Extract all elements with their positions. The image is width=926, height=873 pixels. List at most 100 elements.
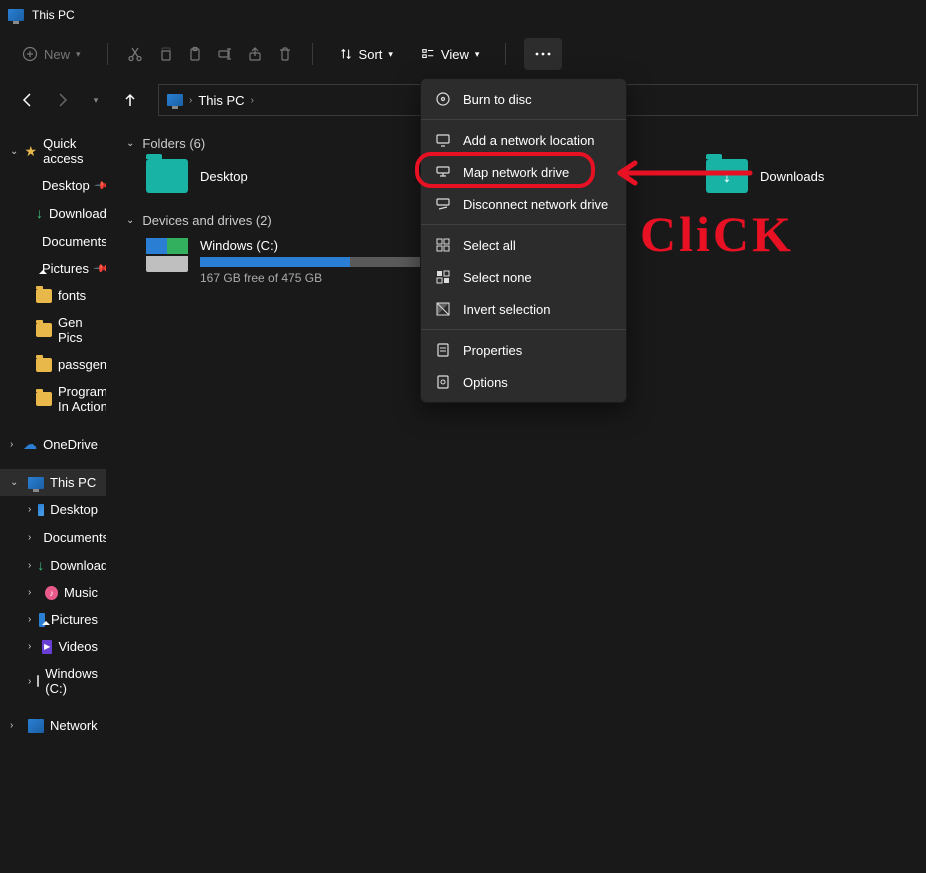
chevron-right-icon: › bbox=[251, 95, 254, 106]
desktop-icon bbox=[38, 504, 44, 516]
sidebar-pc-windows-c[interactable]: ›Windows (C:) bbox=[0, 660, 106, 702]
select-all-icon bbox=[435, 237, 451, 253]
star-icon: ★ bbox=[25, 143, 38, 160]
sidebar-quick-access[interactable]: ⌄ ★ Quick access bbox=[0, 130, 106, 172]
folder-desktop[interactable]: Desktop bbox=[146, 159, 346, 193]
sidebar-item-downloads[interactable]: ↓Downloads📌 bbox=[0, 199, 106, 227]
folder-icon bbox=[36, 358, 52, 372]
pc-icon bbox=[28, 477, 44, 489]
sidebar-network[interactable]: ›Network bbox=[0, 712, 106, 739]
network-icon bbox=[28, 719, 44, 733]
chevron-right-icon: › bbox=[28, 676, 31, 687]
context-menu: Burn to disc Add a network location Map … bbox=[420, 78, 627, 403]
properties-icon bbox=[435, 342, 451, 358]
cut-button[interactable] bbox=[126, 45, 144, 63]
chevron-down-icon: ▾ bbox=[475, 49, 480, 60]
sort-icon bbox=[339, 47, 353, 61]
folder-downloads[interactable]: ↓ Downloads bbox=[706, 159, 906, 193]
sidebar-pc-desktop[interactable]: ›Desktop bbox=[0, 496, 106, 523]
chevron-down-icon: ▾ bbox=[76, 49, 81, 60]
drive-icon bbox=[146, 238, 188, 272]
sidebar-pc-music[interactable]: ›♪Music bbox=[0, 579, 106, 606]
chevron-right-icon: › bbox=[28, 532, 31, 543]
plus-circle-icon bbox=[22, 46, 38, 62]
recent-button[interactable]: ▾ bbox=[82, 86, 110, 114]
address-location: This PC bbox=[198, 93, 244, 108]
sidebar-this-pc[interactable]: ⌄This PC bbox=[0, 469, 106, 496]
monitor-icon bbox=[435, 132, 451, 148]
chevron-down-icon: ▾ bbox=[388, 49, 393, 60]
select-none-icon bbox=[435, 269, 451, 285]
folder-icon bbox=[36, 289, 52, 303]
ctx-select-all[interactable]: Select all bbox=[421, 229, 626, 261]
sidebar-item-passgen[interactable]: passgen bbox=[0, 351, 106, 378]
sidebar-pc-pictures[interactable]: ›Pictures bbox=[0, 606, 106, 633]
sidebar-pc-documents[interactable]: ›Documents bbox=[0, 523, 106, 551]
folder-icon: ↓ bbox=[706, 159, 748, 193]
sidebar-onedrive[interactable]: ›☁OneDrive bbox=[0, 430, 106, 459]
sidebar-item-desktop[interactable]: Desktop📌 bbox=[0, 172, 106, 199]
nav-pane: ⌄ ★ Quick access Desktop📌 ↓Downloads📌 Do… bbox=[0, 122, 106, 873]
invert-icon bbox=[435, 301, 451, 317]
title-bar: This PC bbox=[0, 0, 926, 30]
delete-button[interactable] bbox=[276, 45, 294, 63]
disc-icon bbox=[435, 91, 451, 107]
options-icon bbox=[435, 374, 451, 390]
chevron-right-icon: › bbox=[189, 95, 192, 106]
sidebar-pc-downloads[interactable]: ›↓Downloads bbox=[0, 551, 106, 579]
chevron-right-icon: › bbox=[28, 504, 32, 515]
back-button[interactable] bbox=[14, 86, 42, 114]
chevron-right-icon: › bbox=[28, 641, 36, 652]
sidebar-pc-videos[interactable]: ›▶Videos bbox=[0, 633, 106, 660]
view-icon bbox=[421, 47, 435, 61]
drive-usage-bar bbox=[200, 257, 430, 267]
chevron-down-icon: ⌄ bbox=[10, 146, 19, 157]
download-icon: ↓ bbox=[37, 557, 44, 573]
sidebar-item-fonts[interactable]: fonts bbox=[0, 282, 106, 309]
ctx-properties[interactable]: Properties bbox=[421, 334, 626, 366]
pc-icon bbox=[8, 9, 24, 21]
up-button[interactable] bbox=[116, 86, 144, 114]
forward-button[interactable] bbox=[48, 86, 76, 114]
video-icon: ▶ bbox=[42, 640, 53, 654]
sort-button[interactable]: Sort ▾ bbox=[331, 41, 401, 68]
drive-network-icon bbox=[435, 164, 451, 180]
download-icon: ↓ bbox=[36, 205, 43, 221]
picture-icon bbox=[39, 613, 45, 627]
chevron-right-icon: › bbox=[10, 439, 17, 450]
ctx-invert-selection[interactable]: Invert selection bbox=[421, 293, 626, 325]
sidebar-item-documents[interactable]: Documents📌 bbox=[0, 227, 106, 255]
sidebar-item-program-in-action[interactable]: Program In Action bbox=[0, 378, 106, 420]
chevron-down-icon: ⌄ bbox=[126, 215, 134, 226]
ctx-disconnect-network-drive[interactable]: Disconnect network drive bbox=[421, 188, 626, 220]
cloud-icon: ☁ bbox=[23, 436, 37, 453]
share-button[interactable] bbox=[246, 45, 264, 63]
pin-icon: 📌 bbox=[92, 259, 106, 278]
chevron-right-icon: › bbox=[28, 614, 33, 625]
folder-icon bbox=[36, 392, 52, 406]
chevron-right-icon: › bbox=[28, 560, 31, 571]
ctx-burn-to-disc[interactable]: Burn to disc bbox=[421, 83, 626, 115]
folder-icon bbox=[36, 323, 52, 337]
toolbar: New ▾ Sort ▾ View ▾ bbox=[0, 30, 926, 78]
new-button[interactable]: New ▾ bbox=[14, 40, 89, 68]
copy-button[interactable] bbox=[156, 45, 174, 63]
pin-icon: 📌 bbox=[93, 176, 106, 195]
view-button[interactable]: View ▾ bbox=[413, 41, 487, 68]
pc-icon bbox=[167, 94, 183, 106]
ctx-map-network-drive[interactable]: Map network drive bbox=[421, 156, 626, 188]
sidebar-item-gen-pics[interactable]: Gen Pics bbox=[0, 309, 106, 351]
chevron-right-icon: › bbox=[10, 720, 22, 731]
sidebar-item-pictures[interactable]: Pictures📌 bbox=[0, 255, 106, 282]
ctx-select-none[interactable]: Select none bbox=[421, 261, 626, 293]
paste-button[interactable] bbox=[186, 45, 204, 63]
music-icon: ♪ bbox=[45, 586, 58, 600]
folder-icon bbox=[146, 159, 188, 193]
window-title: This PC bbox=[32, 8, 75, 22]
ctx-options[interactable]: Options bbox=[421, 366, 626, 398]
chevron-right-icon: › bbox=[28, 587, 39, 598]
ctx-add-network-location[interactable]: Add a network location bbox=[421, 124, 626, 156]
more-button[interactable] bbox=[524, 38, 562, 70]
chevron-down-icon: ⌄ bbox=[10, 477, 22, 488]
rename-button[interactable] bbox=[216, 45, 234, 63]
